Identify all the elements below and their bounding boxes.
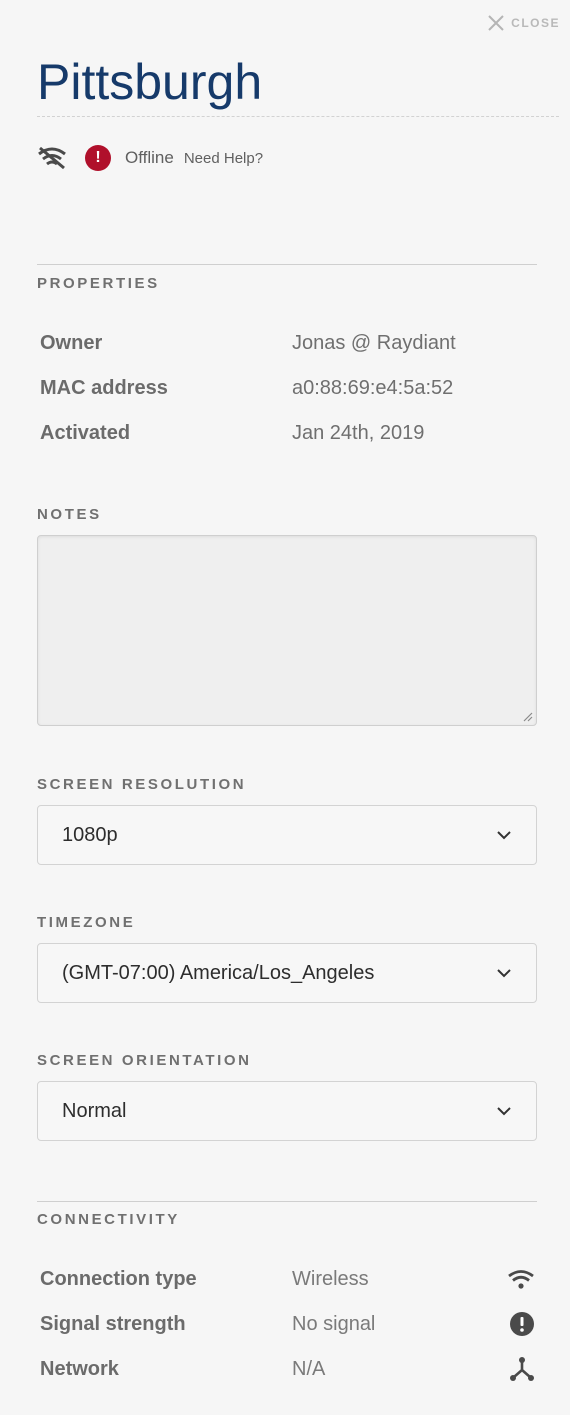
screen-resolution-heading: SCREEN RESOLUTION (37, 776, 247, 793)
divider (37, 264, 537, 265)
connectivity-label: Signal strength (40, 1312, 186, 1335)
screen-orientation-heading: SCREEN ORIENTATION (37, 1052, 252, 1069)
device-status: ! Offline Need Help? (37, 142, 263, 174)
screen-orientation-value: Normal (62, 1099, 127, 1122)
chevron-down-icon (497, 969, 511, 978)
property-row-owner: Owner Jonas @ Raydiant (40, 325, 540, 361)
wifi-icon (508, 1270, 534, 1289)
screen-resolution-select[interactable]: 1080p (37, 805, 537, 865)
alert-icon (510, 1312, 534, 1336)
property-value: a0:88:69:e4:5a:52 (292, 376, 454, 399)
timezone-select[interactable]: (GMT-07:00) America/Los_Angeles (37, 943, 537, 1003)
connectivity-row-signal-strength: Signal strength No signal (40, 1306, 535, 1342)
connectivity-value: No signal (292, 1312, 376, 1335)
property-label: Owner (40, 331, 103, 354)
close-label: CLOSE (511, 16, 560, 30)
network-icon (510, 1357, 534, 1381)
offline-alert-icon: ! (85, 145, 111, 171)
divider (37, 1201, 537, 1202)
notes-textarea[interactable] (37, 535, 537, 726)
connectivity-value: Wireless (292, 1267, 369, 1290)
timezone-value: (GMT-07:00) America/Los_Angeles (62, 961, 375, 984)
close-button[interactable]: CLOSE (487, 14, 560, 32)
property-row-activated: Activated Jan 24th, 2019 (40, 415, 540, 451)
properties-heading: PROPERTIES (37, 275, 160, 292)
connectivity-value: N/A (292, 1357, 326, 1380)
chevron-down-icon (497, 1107, 511, 1116)
close-icon (488, 15, 504, 31)
wifi-off-icon (38, 146, 66, 170)
notes-heading: NOTES (37, 506, 102, 523)
need-help-link[interactable]: Need Help? (184, 150, 263, 167)
connectivity-row-connection-type: Connection type Wireless (40, 1261, 535, 1297)
timezone-heading: TIMEZONE (37, 914, 136, 931)
property-value: Jan 24th, 2019 (292, 421, 425, 444)
page-title: Pittsburgh (37, 50, 559, 117)
property-label: MAC address (40, 376, 168, 399)
resize-grip-icon[interactable] (521, 710, 533, 722)
connectivity-label: Connection type (40, 1267, 197, 1290)
screen-orientation-select[interactable]: Normal (37, 1081, 537, 1141)
screen-resolution-value: 1080p (62, 823, 118, 846)
connectivity-heading: CONNECTIVITY (37, 1211, 180, 1228)
property-row-mac: MAC address a0:88:69:e4:5a:52 (40, 370, 540, 406)
property-value: Jonas @ Raydiant (292, 331, 456, 354)
chevron-down-icon (497, 831, 511, 840)
connectivity-label: Network (40, 1357, 119, 1380)
property-label: Activated (40, 421, 131, 444)
status-text: Offline (125, 148, 174, 167)
connectivity-row-network: Network N/A (40, 1351, 535, 1387)
